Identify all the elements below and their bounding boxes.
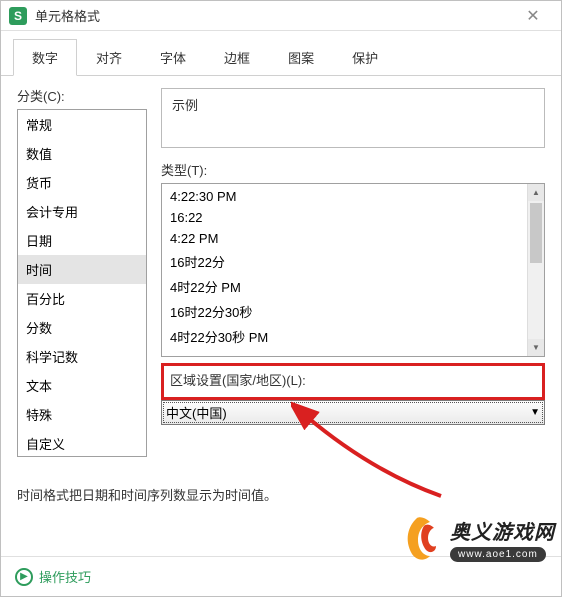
- cat-item-accounting[interactable]: 会计专用: [18, 197, 146, 226]
- chevron-down-icon: ▼: [530, 407, 540, 418]
- hint-text: 时间格式把日期和时间序列数显示为时间值。: [17, 485, 545, 504]
- category-label: 分类(C):: [17, 86, 147, 105]
- type-item[interactable]: 16时22分30秒: [162, 299, 544, 324]
- right-column: 示例 类型(T): 4:22:30 PM 16:22 4:22 PM 16时22…: [161, 86, 545, 457]
- tab-pattern[interactable]: 图案: [269, 39, 333, 76]
- tab-number[interactable]: 数字: [13, 39, 77, 76]
- left-column: 分类(C): 常规 数值 货币 会计专用 日期 时间 百分比 分数 科学记数 文…: [17, 86, 147, 457]
- type-item[interactable]: 16时22分: [162, 249, 544, 274]
- scroll-down-button[interactable]: ▼: [528, 339, 544, 356]
- cat-item-currency[interactable]: 货币: [18, 168, 146, 197]
- type-scrollbar[interactable]: ▲ ▼: [527, 184, 544, 356]
- cat-item-date[interactable]: 日期: [18, 226, 146, 255]
- type-list[interactable]: 4:22:30 PM 16:22 4:22 PM 16时22分 4时22分 PM…: [161, 183, 545, 357]
- cat-item-custom[interactable]: 自定义: [18, 429, 146, 458]
- locale-label: 区域设置(国家/地区)(L):: [170, 370, 536, 389]
- watermark-text: 奥义游戏网 www.aoe1.com: [450, 516, 555, 562]
- titlebar: S 单元格格式 ✕: [1, 1, 561, 31]
- cat-item-number[interactable]: 数值: [18, 139, 146, 168]
- watermark-title: 奥义游戏网: [450, 516, 555, 545]
- locale-highlight-box: 区域设置(国家/地区)(L):: [161, 363, 545, 400]
- play-icon: ▶: [15, 568, 33, 586]
- locale-value: 中文(中国): [166, 403, 227, 422]
- tab-font[interactable]: 字体: [141, 39, 205, 76]
- type-label: 类型(T):: [161, 160, 545, 179]
- watermark-logo-icon: [390, 512, 444, 566]
- close-button[interactable]: ✕: [513, 2, 553, 30]
- tab-protect[interactable]: 保护: [333, 39, 397, 76]
- cat-item-percent[interactable]: 百分比: [18, 284, 146, 313]
- cat-item-general[interactable]: 常规: [18, 110, 146, 139]
- cat-item-special[interactable]: 特殊: [18, 400, 146, 429]
- window-title: 单元格格式: [35, 6, 513, 25]
- cat-item-time[interactable]: 时间: [18, 255, 146, 284]
- dialog-window: S 单元格格式 ✕ 数字 对齐 字体 边框 图案 保护 分类(C): 常规 数值…: [0, 0, 562, 597]
- app-icon: S: [9, 7, 27, 25]
- locale-select[interactable]: 中文(中国) ▼: [161, 400, 545, 425]
- tab-align[interactable]: 对齐: [77, 39, 141, 76]
- sample-box: 示例: [161, 88, 545, 148]
- cat-item-text[interactable]: 文本: [18, 371, 146, 400]
- tip-link[interactable]: 操作技巧: [39, 567, 91, 586]
- sample-label: 示例: [172, 95, 534, 114]
- cat-item-fraction[interactable]: 分数: [18, 313, 146, 342]
- scroll-thumb[interactable]: [530, 203, 542, 263]
- tab-border[interactable]: 边框: [205, 39, 269, 76]
- type-item[interactable]: 4:22 PM: [162, 228, 544, 249]
- type-item[interactable]: 16:22: [162, 207, 544, 228]
- cat-item-scientific[interactable]: 科学记数: [18, 342, 146, 371]
- category-list[interactable]: 常规 数值 货币 会计专用 日期 时间 百分比 分数 科学记数 文本 特殊 自定…: [17, 109, 147, 457]
- content-area: 分类(C): 常规 数值 货币 会计专用 日期 时间 百分比 分数 科学记数 文…: [1, 76, 561, 467]
- type-item[interactable]: 4:22:30 PM: [162, 186, 544, 207]
- type-item[interactable]: 4时22分 PM: [162, 274, 544, 299]
- watermark-url: www.aoe1.com: [450, 547, 546, 562]
- tab-strip: 数字 对齐 字体 边框 图案 保护: [1, 31, 561, 76]
- watermark: 奥义游戏网 www.aoe1.com: [390, 512, 555, 566]
- scroll-up-button[interactable]: ▲: [528, 184, 544, 201]
- type-item[interactable]: 4时22分30秒 PM: [162, 324, 544, 349]
